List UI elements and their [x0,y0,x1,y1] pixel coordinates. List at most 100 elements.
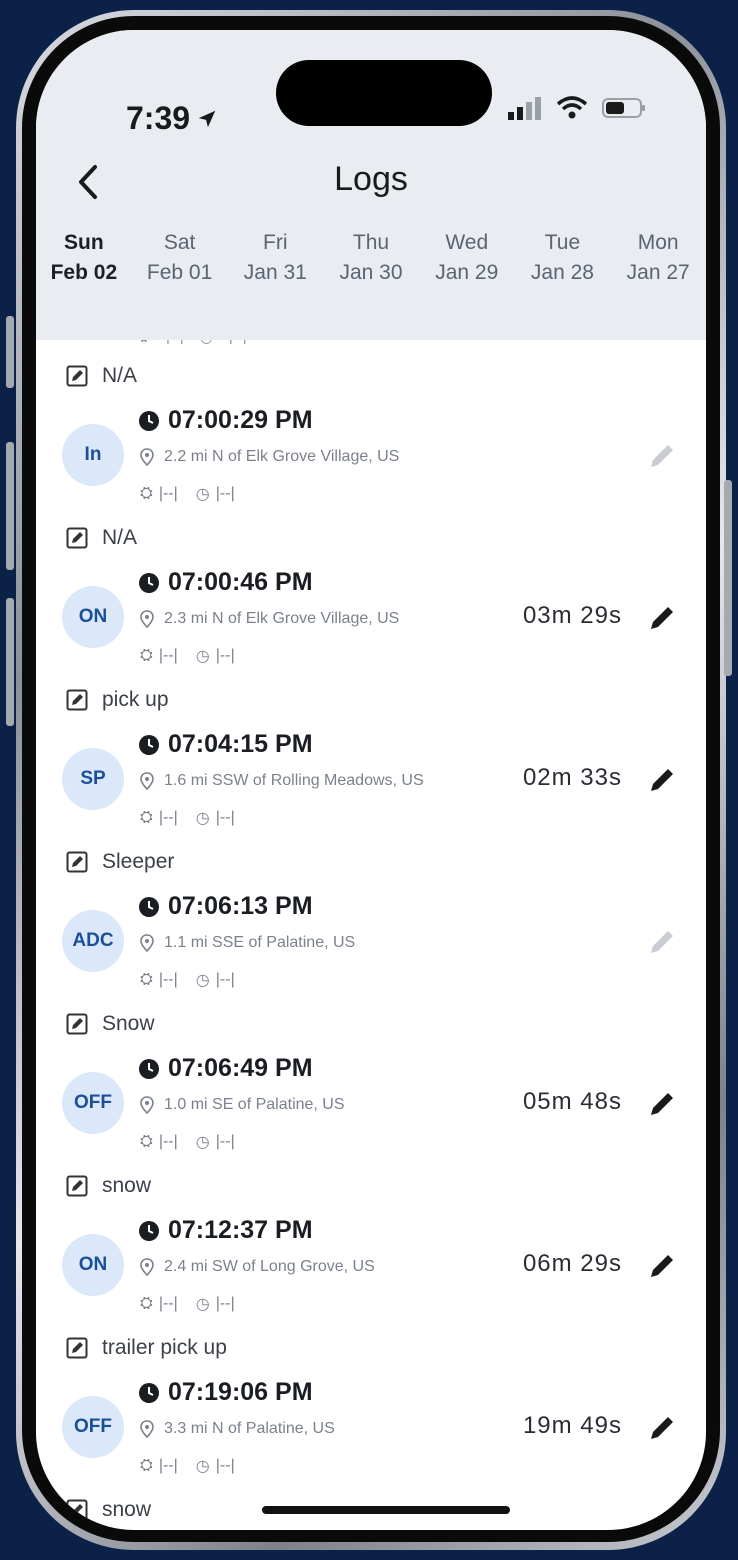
entry-time: 07:00:46 PM [168,568,313,596]
screen: 7:39 Logs Sun Feb 02 Sat Feb 01 Fri Jan … [36,30,706,1530]
engine-hours-icon: ◷ [195,1296,210,1313]
entry-meta-row: ⛭ |--| ◷ |--| [140,970,235,990]
day-tab-sat[interactable]: Sat Feb 01 [132,228,228,308]
engine-hours-value: |--| [215,1133,235,1150]
entry-location-row: 1.0 mi SE of Palatine, US [140,1096,345,1114]
engine-hours-value: |--| [215,971,235,988]
day-date: Jan 30 [339,261,403,284]
day-date: Jan 28 [530,261,594,284]
clock-icon [139,572,159,593]
note-text: pick up [102,688,169,711]
edit-button[interactable] [640,434,684,478]
note-edit-icon [66,1499,88,1521]
day-selector: Sun Feb 02 Sat Feb 01 Fri Jan 31 Thu Jan… [36,228,706,308]
engine-hours-icon: ◷ [195,1458,210,1475]
home-indicator[interactable] [262,1506,510,1514]
log-list[interactable]: ⛭ |--| ◷ |--| N/A In 07:00:29 PM [36,340,706,1530]
log-entry[interactable]: ON 07:00:46 PM 2.3 mi N of Elk Grove Vil… [36,568,706,696]
day-tab-thu[interactable]: Thu Jan 30 [323,228,419,308]
day-weekday: Sat [163,231,196,254]
entry-time: 07:19:06 PM [168,1378,313,1406]
engine-hours-value: |--| [215,809,235,826]
entry-location: 1.6 mi SSW of Rolling Meadows, US [164,772,424,789]
clock-icon [139,1220,159,1241]
location-pin-icon [140,610,154,628]
day-weekday: Fri [263,231,288,254]
odometer-value: |--| [158,809,178,826]
log-entry[interactable]: ADC 07:06:13 PM 1.1 mi SSE of Palatine, … [36,892,706,1020]
power-button [724,480,732,676]
entry-location: 1.1 mi SSE of Palatine, US [164,934,356,951]
note-edit-icon [66,527,88,549]
edit-button[interactable] [640,1406,684,1450]
note-edit-icon [66,851,88,873]
location-pin-icon [140,772,154,790]
entry-location: 2.4 mi SW of Long Grove, US [164,1258,375,1275]
edit-button[interactable] [640,1244,684,1288]
edit-button[interactable] [640,1082,684,1126]
entry-location-row: 2.2 mi N of Elk Grove Village, US [140,448,399,466]
day-tab-sun[interactable]: Sun Feb 02 [36,228,132,308]
cellular-signal-icon [508,97,541,120]
entry-time: 07:06:13 PM [168,892,313,920]
entry-time: 07:04:15 PM [168,730,313,758]
clock-icon [139,410,159,431]
engine-hours-icon: ◷ [195,486,210,503]
entry-duration: 03m 29s [522,602,622,629]
status-time-text: 7:39 [126,100,191,136]
location-pin-icon [140,448,154,466]
wifi-icon [556,96,588,119]
odometer-value: |--| [166,340,184,346]
location-arrow-icon [198,110,216,127]
day-tab-tue[interactable]: Tue Jan 28 [515,228,611,308]
note-row: Snow [66,1012,155,1036]
edit-button[interactable] [640,596,684,640]
entry-location: 2.3 mi N of Elk Grove Village, US [164,610,400,627]
dynamic-island [276,60,492,126]
status-icons [508,96,646,120]
engine-hours-icon: ◷ [195,1134,210,1151]
entry-duration: 19m 49s [522,1412,622,1439]
log-entry[interactable]: In 07:00:29 PM 2.2 mi N of Elk Grove Vil… [36,406,706,534]
odometer-icon: ⛭ [140,485,153,502]
location-pin-icon [140,1096,154,1114]
entry-meta-row: ⛭ |--| ◷ |--| [140,1294,235,1314]
day-tab-wed[interactable]: Wed Jan 29 [419,228,515,308]
page-title: Logs [334,160,408,198]
note-row: Sleeper [66,850,174,874]
note-row: trailer pick up [66,1336,227,1360]
location-pin-icon [140,1258,154,1276]
entry-meta-row: ⛭ |--| ◷ |--| [140,1132,235,1152]
log-entry[interactable]: ON 07:12:37 PM 2.4 mi SW of Long Grove, … [36,1216,706,1344]
engine-hours-value: |--| [215,1457,235,1474]
note-edit-icon [66,1175,88,1197]
action-button [6,316,14,388]
entry-location: 3.3 mi N of Palatine, US [164,1420,335,1437]
edit-button[interactable] [640,920,684,964]
day-tab-mon[interactable]: Mon Jan 27 [610,228,706,308]
status-badge: In [62,424,124,486]
entry-time-row: 07:06:49 PM [138,1054,313,1083]
engine-hours-icon: ◷ [195,648,210,665]
edit-button[interactable] [640,758,684,802]
odometer-value: |--| [158,1295,178,1312]
header: 7:39 Logs Sun Feb 02 Sat Feb 01 Fri Jan … [36,30,706,340]
engine-hours-value: |--| [229,340,247,346]
log-entry[interactable]: OFF 07:06:49 PM 1.0 mi SE of Palatine, U… [36,1054,706,1182]
pencil-icon [651,607,673,629]
log-entry[interactable]: OFF 07:19:06 PM 3.3 mi N of Palatine, US… [36,1378,706,1506]
day-date: Jan 31 [243,261,307,284]
note-row: snow [66,1174,151,1198]
partial-meta-row: ⛭ |--| ◷ |--| [138,340,247,346]
day-date: Jan 29 [435,261,499,284]
engine-hours-value: |--| [215,647,235,664]
day-tab-fri[interactable]: Fri Jan 31 [227,228,323,308]
note-text: N/A [102,526,138,549]
volume-up-button [6,442,14,570]
day-date: Jan 27 [626,261,690,284]
log-entry[interactable]: SP 07:04:15 PM 1.6 mi SSW of Rolling Mea… [36,730,706,858]
day-weekday: Sun [64,231,104,254]
pencil-icon [651,931,673,953]
note-text: snow [102,1498,152,1521]
entry-time: 07:06:49 PM [168,1054,313,1082]
